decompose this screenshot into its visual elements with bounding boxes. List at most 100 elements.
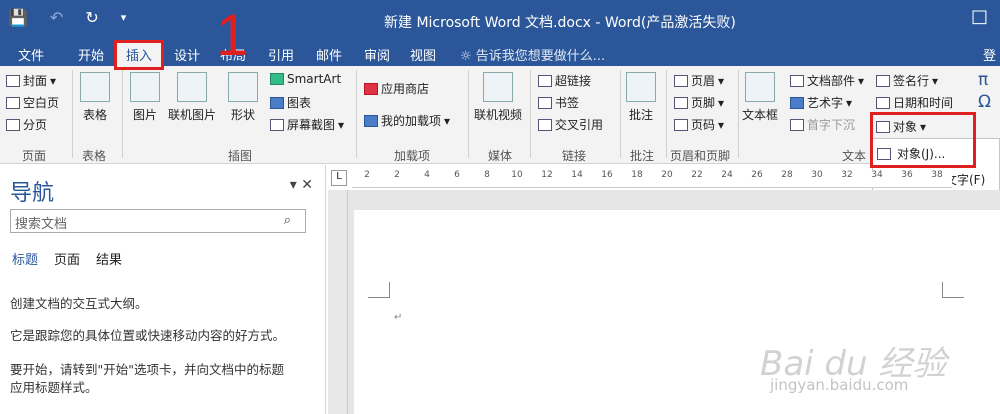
- textbox-label: 文本框: [742, 108, 779, 122]
- tab-selector[interactable]: L: [331, 170, 347, 186]
- wordart-icon: [790, 96, 804, 109]
- chart-button[interactable]: 图表: [270, 94, 311, 111]
- drop-cap-button[interactable]: 首字下沉: [790, 116, 855, 133]
- group-text-label: 文本: [842, 149, 867, 163]
- header-button[interactable]: 页眉 ▾: [674, 72, 724, 89]
- ruler-tick-label: 32: [841, 170, 853, 180]
- wordart-label: 艺术字: [807, 96, 844, 110]
- shapes-button[interactable]: 形状: [228, 72, 258, 123]
- datetime-button[interactable]: 日期和时间: [876, 94, 953, 111]
- annotation-step-one: 1: [216, 3, 249, 68]
- blank-page-button[interactable]: 空白页: [6, 94, 59, 111]
- cover-page-icon: [6, 74, 20, 87]
- ruler-tick-label: 14: [571, 170, 583, 180]
- cover-page-label: 封面: [23, 74, 48, 88]
- blank-page-icon: [6, 96, 20, 109]
- tab-references[interactable]: 引用: [268, 45, 294, 64]
- tell-me-box[interactable]: ☼ 告诉我您想要做什么...: [460, 45, 605, 64]
- ruler-tick-label: 28: [781, 170, 793, 180]
- equation-button[interactable]: π: [978, 70, 988, 90]
- online-picture-button[interactable]: 联机图片: [168, 72, 216, 123]
- nav-title: 导航: [10, 181, 55, 206]
- cover-page-button[interactable]: 封面 ▾: [6, 72, 56, 89]
- ruler-tick-label: 18: [631, 170, 643, 180]
- shapes-label: 形状: [230, 108, 255, 122]
- bookmark-button[interactable]: 书签: [538, 94, 579, 111]
- table-button[interactable]: 表格: [80, 72, 110, 123]
- chart-label: 图表: [287, 96, 312, 110]
- navigation-pane: 导航 ▾ ✕ 搜索文档 ⌕ 标题 页面 结果 创建文档的交互式大纲。 它是跟踪您…: [0, 165, 326, 414]
- horizontal-ruler[interactable]: 2 2 4 6 8 10 12 14 16 18 20 22 24 26 28 30 32 34 36 38: [352, 170, 952, 188]
- title-bar: 💾 ↶ ↻ ▾ 新建 Microsoft Word 文档.docx - Word…: [0, 0, 1000, 40]
- sign-in-link[interactable]: 登: [983, 45, 996, 64]
- screenshot-button[interactable]: 屏幕截图 ▾: [270, 116, 344, 133]
- signature-line-button[interactable]: 签名行 ▾: [876, 72, 938, 89]
- my-addins-button[interactable]: 我的加载项 ▾: [364, 112, 450, 129]
- vertical-ruler[interactable]: [328, 190, 348, 414]
- footer-button[interactable]: 页脚 ▾: [674, 94, 724, 111]
- tab-results[interactable]: 结果: [96, 249, 122, 268]
- table-icon: [80, 72, 110, 102]
- comment-button[interactable]: 批注: [626, 72, 656, 123]
- hyperlink-button[interactable]: 超链接: [538, 72, 591, 89]
- tab-file[interactable]: 文件: [18, 45, 44, 64]
- wordart-button[interactable]: 艺术字 ▾: [790, 94, 852, 111]
- smartart-button[interactable]: SmartArt: [270, 72, 341, 86]
- paragraph-mark: ↵: [394, 312, 403, 323]
- tab-review[interactable]: 审阅: [364, 45, 390, 64]
- undo-icon[interactable]: ↶: [50, 8, 63, 27]
- tell-me-text: 告诉我您想要做什么...: [475, 49, 606, 64]
- my-addins-icon: [364, 114, 378, 127]
- group-comments-label: 批注: [630, 149, 655, 163]
- nav-tabs: 标题 页面 结果: [12, 249, 122, 268]
- quick-parts-button[interactable]: 文档部件 ▾: [790, 72, 864, 89]
- tab-mailings[interactable]: 邮件: [316, 45, 342, 64]
- ruler-tick-label: 10: [511, 170, 523, 180]
- online-video-label: 联机视频: [474, 108, 523, 122]
- restore-icon[interactable]: □: [971, 6, 988, 27]
- cross-reference-icon: [538, 118, 552, 131]
- page-number-button[interactable]: 页码 ▾: [674, 116, 724, 133]
- search-icon[interactable]: ⌕: [284, 213, 291, 228]
- online-video-button[interactable]: 联机视频: [474, 72, 522, 123]
- tab-headings[interactable]: 标题: [12, 249, 38, 268]
- ruler-tick-label: 34: [871, 170, 883, 180]
- ruler-tick-label: 20: [661, 170, 673, 180]
- ruler-tick-label: 12: [541, 170, 553, 180]
- footer-icon: [674, 96, 688, 109]
- symbol-button[interactable]: Ω: [978, 92, 991, 112]
- group-divider: [738, 70, 739, 158]
- tab-view[interactable]: 视图: [410, 45, 436, 64]
- group-pages-label: 页面: [22, 149, 47, 163]
- footer-label: 页脚: [691, 96, 716, 110]
- highlight-insert-tab: [114, 40, 164, 70]
- page-break-button[interactable]: 分页: [6, 116, 47, 133]
- close-icon[interactable]: ✕: [301, 177, 313, 193]
- search-input[interactable]: 搜索文档 ⌕: [10, 209, 306, 233]
- textbox-button[interactable]: 文本框: [742, 72, 778, 123]
- tab-home[interactable]: 开始: [78, 45, 104, 64]
- redo-icon[interactable]: ↻: [85, 8, 98, 27]
- store-button[interactable]: 应用商店: [364, 80, 429, 97]
- save-icon[interactable]: 💾: [8, 8, 28, 27]
- signature-icon: [876, 74, 890, 87]
- textbox-icon: [745, 72, 775, 102]
- tab-design[interactable]: 设计: [174, 45, 200, 64]
- group-divider: [122, 70, 123, 158]
- ruler-tick-label: 6: [454, 170, 460, 180]
- chevron-down-icon: ▾: [718, 117, 725, 132]
- tab-pages[interactable]: 页面: [54, 249, 80, 268]
- chevron-down-icon[interactable]: ▾: [290, 177, 297, 193]
- store-icon: [364, 82, 378, 95]
- nav-help-line-4: 应用标题样式。: [10, 380, 98, 395]
- cross-reference-label: 交叉引用: [555, 118, 604, 132]
- picture-button[interactable]: 图片: [130, 72, 160, 123]
- group-divider: [666, 70, 667, 158]
- hyperlink-icon: [538, 74, 552, 87]
- customize-qat-icon[interactable]: ▾: [121, 11, 127, 24]
- ruler-tick-label: 4: [424, 170, 430, 180]
- cross-reference-button[interactable]: 交叉引用: [538, 116, 603, 133]
- chevron-down-icon: ▾: [338, 117, 345, 132]
- search-placeholder: 搜索文档: [15, 217, 68, 232]
- chevron-down-icon: ▾: [718, 73, 725, 88]
